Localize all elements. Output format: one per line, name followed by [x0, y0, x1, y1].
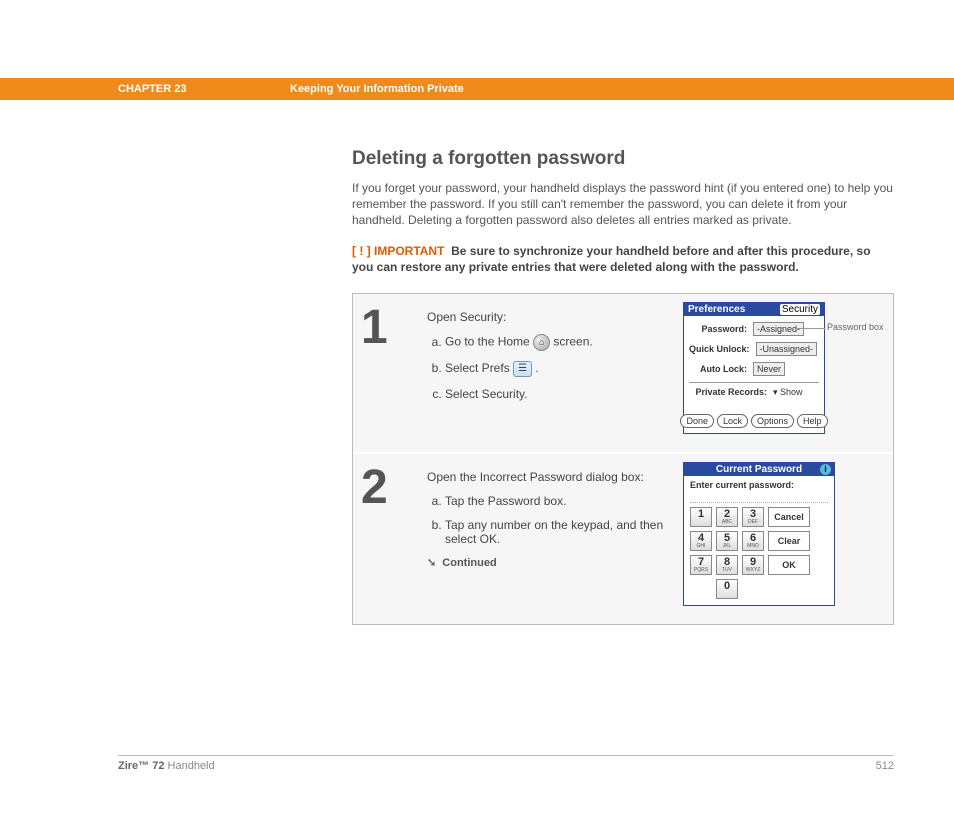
password-box-callout: Password box	[827, 322, 884, 332]
step-1: 1 Open Security: Go to the Home ⌂ screen…	[353, 294, 893, 454]
info-icon[interactable]: i	[820, 464, 831, 475]
help-button[interactable]: Help	[797, 414, 828, 428]
key-6[interactable]: 6MNO	[742, 531, 764, 551]
private-records-label: Private Records:	[689, 387, 767, 397]
palm-header: Preferences Security	[684, 303, 824, 316]
important-tag: [ ! ] IMPORTANT	[352, 244, 444, 258]
screenshot-1-wrap: Preferences Security Password: -Assigned…	[683, 302, 883, 434]
key-9[interactable]: 9WXYZ	[742, 555, 764, 575]
key-3[interactable]: 3DEF	[742, 507, 764, 527]
substep-a: Go to the Home ⌂ screen.	[445, 334, 675, 351]
chapter-header-bar: CHAPTER 23 Keeping Your Information Priv…	[0, 78, 954, 100]
clear-button[interactable]: Clear	[768, 531, 810, 551]
product-name: Zire™ 72 Handheld	[118, 760, 215, 772]
step-number: 2	[361, 462, 427, 606]
prefs-icon: ☰	[513, 361, 532, 377]
password-dialog-screenshot: Current Password i Enter current passwor…	[683, 462, 835, 606]
lock-button[interactable]: Lock	[717, 414, 748, 428]
quickunlock-label: Quick Unlock:	[689, 344, 750, 354]
steps-container: 1 Open Security: Go to the Home ⌂ screen…	[352, 293, 894, 625]
step-lead: Open Security:	[427, 310, 675, 324]
continued-arrow-icon: ➘	[427, 557, 436, 569]
page-number: 512	[876, 760, 894, 772]
key-7[interactable]: 7PQRS	[690, 555, 712, 575]
private-records-value[interactable]: ▾ Show	[773, 387, 803, 398]
substep-a: Tap the Password box.	[445, 494, 675, 508]
key-5[interactable]: 5JKL	[716, 531, 738, 551]
substep-b: Select Prefs ☰ .	[445, 361, 675, 377]
home-icon: ⌂	[533, 334, 550, 351]
quickunlock-box[interactable]: -Unassigned-	[756, 342, 818, 356]
key-8[interactable]: 8TUV	[716, 555, 738, 575]
password-box[interactable]: -Assigned-	[753, 322, 804, 336]
key-0[interactable]: 0	[716, 579, 738, 599]
key-2[interactable]: 2ABC	[716, 507, 738, 527]
continued-marker: ➘ Continued	[427, 556, 675, 569]
cancel-button[interactable]: Cancel	[768, 507, 810, 527]
ok-button[interactable]: OK	[768, 555, 810, 575]
options-button[interactable]: Options	[751, 414, 794, 428]
chapter-title: Keeping Your Information Private	[290, 83, 464, 95]
main-content: Deleting a forgotten password If you for…	[352, 148, 894, 625]
preferences-screenshot: Preferences Security Password: -Assigned…	[683, 302, 825, 434]
key-4[interactable]: 4GHI	[690, 531, 712, 551]
step-number: 1	[361, 302, 427, 434]
kp-input-field[interactable]	[690, 492, 828, 503]
palm-header-right: Security	[780, 304, 820, 315]
kp-header: Current Password i	[684, 463, 834, 476]
step-body: Open the Incorrect Password dialog box: …	[427, 462, 683, 606]
password-label: Password:	[689, 324, 747, 334]
kp-prompt: Enter current password:	[690, 480, 828, 490]
chapter-label: CHAPTER 23	[118, 83, 290, 95]
step-lead: Open the Incorrect Password dialog box:	[427, 470, 675, 484]
page-footer: Zire™ 72 Handheld 512	[118, 755, 894, 772]
substep-c: Select Security.	[445, 387, 675, 401]
screenshot-2-wrap: Current Password i Enter current passwor…	[683, 462, 883, 606]
palm-header-left: Preferences	[688, 304, 745, 315]
step-2: 2 Open the Incorrect Password dialog box…	[353, 454, 893, 624]
step-body: Open Security: Go to the Home ⌂ screen. …	[427, 302, 683, 434]
section-intro: If you forget your password, your handhe…	[352, 180, 894, 229]
important-note: [ ! ] IMPORTANT Be sure to synchronize y…	[352, 243, 894, 275]
substep-b: Tap any number on the keypad, and then s…	[445, 518, 675, 546]
section-heading: Deleting a forgotten password	[352, 148, 894, 170]
key-1[interactable]: 1	[690, 507, 712, 527]
done-button[interactable]: Done	[680, 414, 714, 428]
autolock-label: Auto Lock:	[689, 364, 747, 374]
autolock-box[interactable]: Never	[753, 362, 785, 376]
